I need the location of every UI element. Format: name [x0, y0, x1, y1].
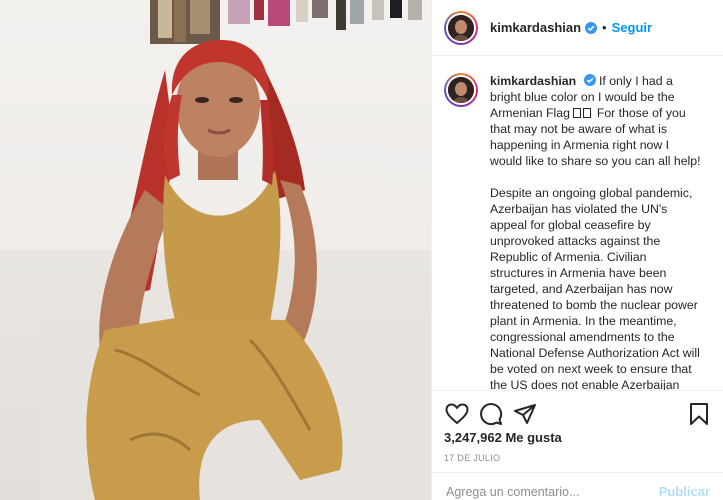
caption-scroll-area[interactable]: kimkardashian If only I had a bright blu… [432, 57, 723, 390]
post-photo[interactable] [0, 0, 431, 500]
header-separator: • [602, 20, 607, 35]
follow-button[interactable]: Seguir [612, 20, 652, 35]
post-details-panel: kimkardashian • Seguir kimkardashian If … [431, 0, 723, 500]
avatar[interactable] [444, 10, 478, 45]
post-date[interactable]: 17 de julio [444, 453, 500, 463]
save-button[interactable] [682, 397, 716, 431]
comment-button[interactable] [474, 397, 508, 431]
flag-emoji-placeholder-icon [573, 108, 582, 118]
heart-icon [445, 402, 469, 424]
caption-avatar-image [448, 77, 474, 103]
share-button[interactable] [508, 397, 542, 431]
share-icon [514, 403, 536, 424]
likes-count[interactable]: 3,247,962 Me gusta [444, 430, 562, 445]
caption-paragraph-2: Despite an ongoing global pandemic, Azer… [490, 186, 700, 390]
verified-badge-icon [585, 21, 598, 34]
post-header: kimkardashian • Seguir [432, 0, 723, 56]
post-comment-button[interactable]: Publicar [659, 474, 710, 499]
caption-text: kimkardashian If only I had a bright blu… [490, 73, 702, 390]
caption-username-link[interactable]: kimkardashian [490, 74, 576, 88]
caption-paragraph-1: kimkardashian If only I had a bright blu… [490, 73, 702, 169]
caption-avatar[interactable] [444, 73, 478, 107]
flag-emoji-placeholder-icon [583, 108, 592, 118]
avatar-image [448, 14, 474, 41]
caption-verified-badge-icon [583, 74, 596, 86]
comment-input[interactable] [446, 474, 659, 499]
person-figure [86, 40, 343, 500]
caption-row: kimkardashian If only I had a bright blu… [444, 73, 706, 390]
like-button[interactable] [440, 397, 474, 431]
comment-bar: Publicar [432, 472, 723, 500]
comment-icon [480, 402, 503, 425]
bookmark-icon [690, 402, 708, 425]
header-username-link[interactable]: kimkardashian [490, 20, 581, 35]
